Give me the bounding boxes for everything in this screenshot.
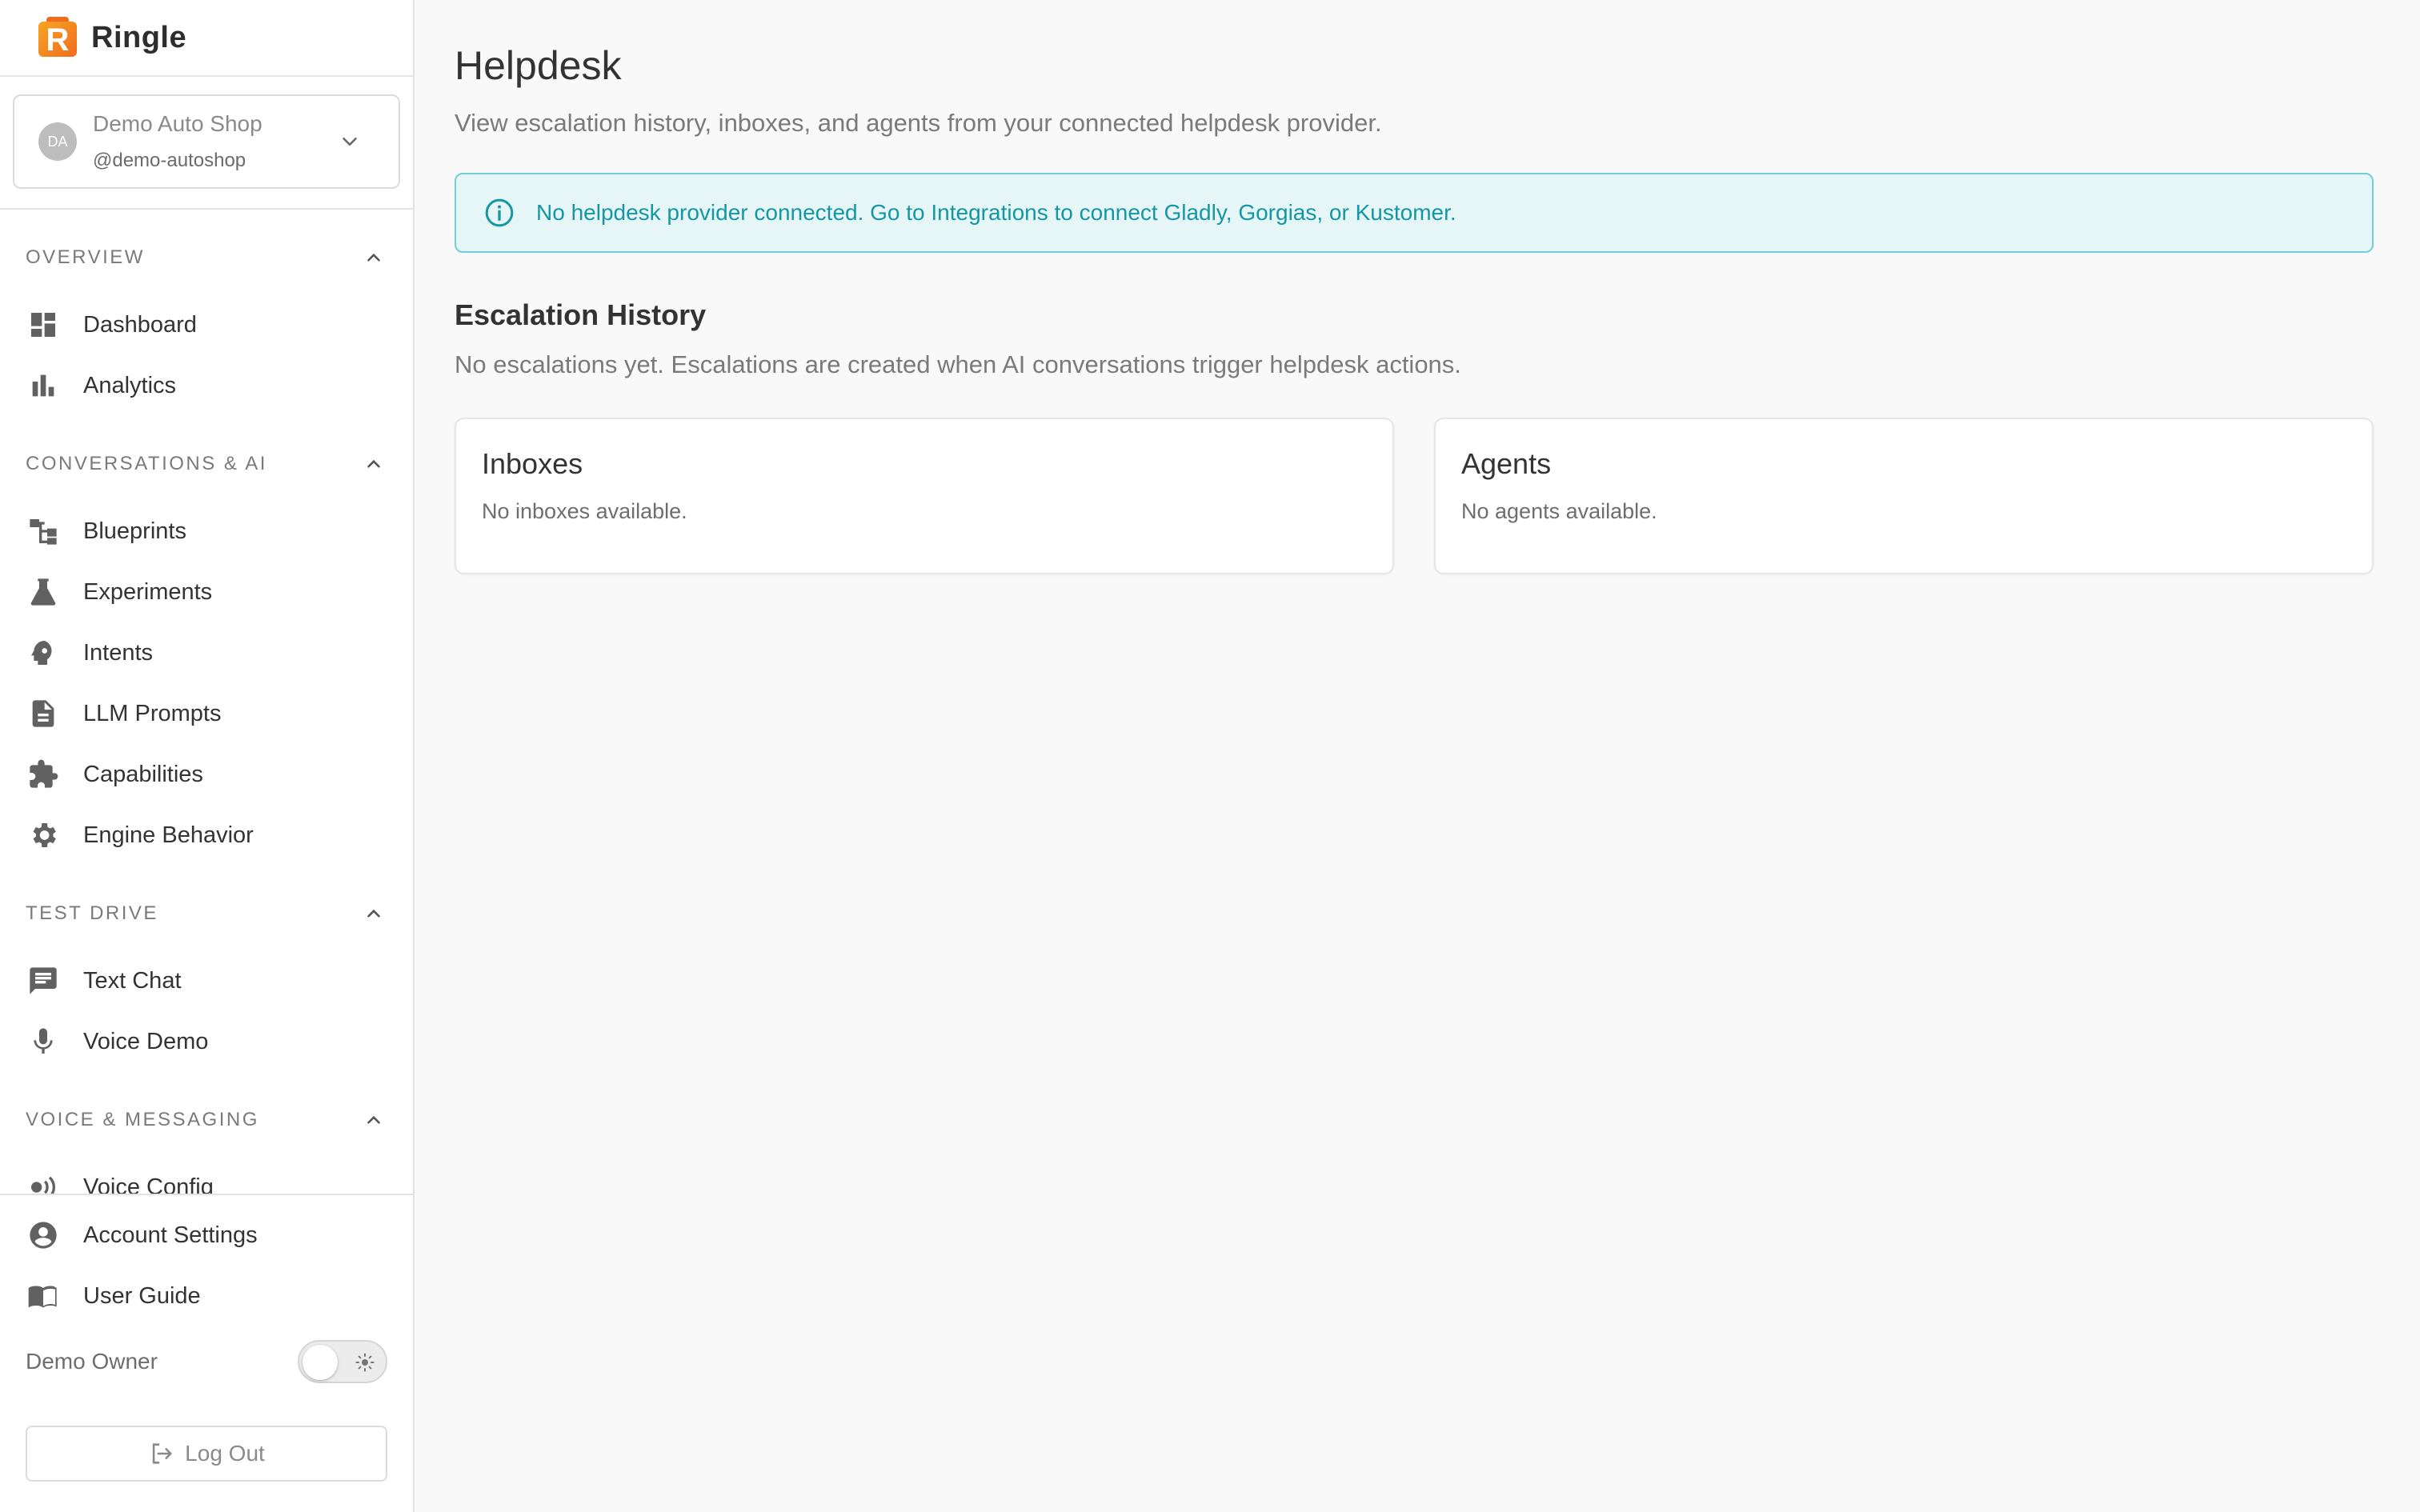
inboxes-empty-text: No inboxes available. [482, 499, 687, 523]
owner-name: Demo Owner [26, 1349, 158, 1374]
logout-button[interactable]: Log Out [26, 1426, 387, 1482]
bar-chart-icon [26, 368, 61, 403]
sidebar-item-llm-prompts[interactable]: LLM Prompts [26, 683, 387, 744]
sidebar-item-account-settings[interactable]: Account Settings [26, 1205, 387, 1266]
sidebar-item-analytics[interactable]: Analytics [26, 355, 387, 416]
nav-scroll[interactable]: OVERVIEW Dashboard Analytics CONVERSATIO… [0, 210, 413, 1194]
account-circle-icon [26, 1218, 61, 1253]
sidebar-item-dashboard[interactable]: Dashboard [26, 294, 387, 355]
brand[interactable]: R Ringle [0, 0, 413, 77]
head-gear-icon [26, 635, 61, 670]
gear-icon [26, 818, 61, 853]
sidebar-item-capabilities[interactable]: Capabilities [26, 744, 387, 805]
alert-text: No helpdesk provider connected. Go to In… [536, 200, 1456, 225]
chat-icon [26, 963, 61, 998]
escalation-history-title: Escalation History [455, 298, 707, 331]
info-icon [485, 198, 514, 227]
inboxes-card: Inboxes No inboxes available. [455, 418, 1394, 574]
info-alert: No helpdesk provider connected. Go to In… [455, 173, 2374, 253]
chevron-up-icon [367, 1115, 380, 1124]
page-subtitle: View escalation history, inboxes, and ag… [455, 109, 1382, 137]
voice-waves-icon [26, 1170, 61, 1194]
document-icon [26, 696, 61, 731]
nav-section-overview: OVERVIEW Dashboard Analytics [0, 242, 413, 416]
section-header-test-drive[interactable]: TEST DRIVE [26, 898, 387, 930]
chevron-up-icon [367, 909, 380, 918]
agents-card: Agents No agents available. [1434, 418, 2374, 574]
sidebar-bottom: Account Settings User Guide Demo Owner L… [0, 1194, 413, 1512]
book-open-icon [26, 1278, 61, 1314]
agents-title: Agents [1461, 447, 1552, 480]
section-header-overview[interactable]: OVERVIEW [26, 242, 387, 274]
sidebar-item-text-chat[interactable]: Text Chat [26, 950, 387, 1011]
theme-toggle[interactable] [298, 1340, 387, 1383]
nav-section-conversations: CONVERSATIONS & AI Blueprints Experiment… [0, 448, 413, 866]
section-header-conversations[interactable]: CONVERSATIONS & AI [26, 448, 387, 480]
microphone-icon [26, 1024, 61, 1059]
sidebar-item-user-guide[interactable]: User Guide [26, 1266, 387, 1326]
owner-row: Demo Owner [26, 1330, 387, 1394]
sidebar: R Ringle DA Demo Auto Shop @demo-autosho… [0, 0, 415, 1512]
sun-icon [355, 1353, 375, 1372]
nav-section-voice-messaging: VOICE & MESSAGING Voice Config [0, 1104, 413, 1194]
flask-icon [26, 574, 61, 610]
logout-label: Log Out [185, 1441, 265, 1466]
org-switcher[interactable]: DA Demo Auto Shop @demo-autoshop [13, 94, 400, 189]
section-header-voice-messaging[interactable]: VOICE & MESSAGING [26, 1104, 387, 1136]
sidebar-item-blueprints[interactable]: Blueprints [26, 501, 387, 562]
flow-tree-icon [26, 514, 61, 549]
sidebar-item-voice-config[interactable]: Voice Config [26, 1157, 387, 1194]
org-name: Demo Auto Shop [93, 111, 262, 136]
sidebar-item-voice-demo[interactable]: Voice Demo [26, 1011, 387, 1072]
logout-icon [152, 1443, 172, 1464]
agents-empty-text: No agents available. [1461, 499, 1657, 523]
org-handle: @demo-autoshop [93, 150, 246, 171]
sidebar-item-engine-behavior[interactable]: Engine Behavior [26, 805, 387, 866]
puzzle-icon [26, 757, 61, 792]
nav-section-test-drive: TEST DRIVE Text Chat Voice Demo [0, 898, 413, 1072]
main-content: Helpdesk View escalation history, inboxe… [415, 0, 2420, 1512]
dashboard-icon [26, 307, 61, 342]
escalation-history-desc: No escalations yet. Escalations are crea… [455, 350, 1461, 378]
sidebar-item-intents[interactable]: Intents [26, 622, 387, 683]
page-title: Helpdesk [455, 43, 622, 88]
chevron-up-icon [367, 459, 380, 468]
chevron-up-icon [367, 253, 380, 262]
inboxes-title: Inboxes [482, 447, 583, 480]
app: R Ringle DA Demo Auto Shop @demo-autosho… [0, 0, 2420, 1512]
brand-name: Ringle [91, 20, 187, 54]
ringle-logo-icon: R [37, 17, 78, 58]
cards-row: Inboxes No inboxes available. Agents No … [455, 418, 2374, 574]
avatar: DA [38, 122, 77, 161]
chevron-down-icon [343, 138, 357, 146]
sidebar-item-experiments[interactable]: Experiments [26, 562, 387, 622]
